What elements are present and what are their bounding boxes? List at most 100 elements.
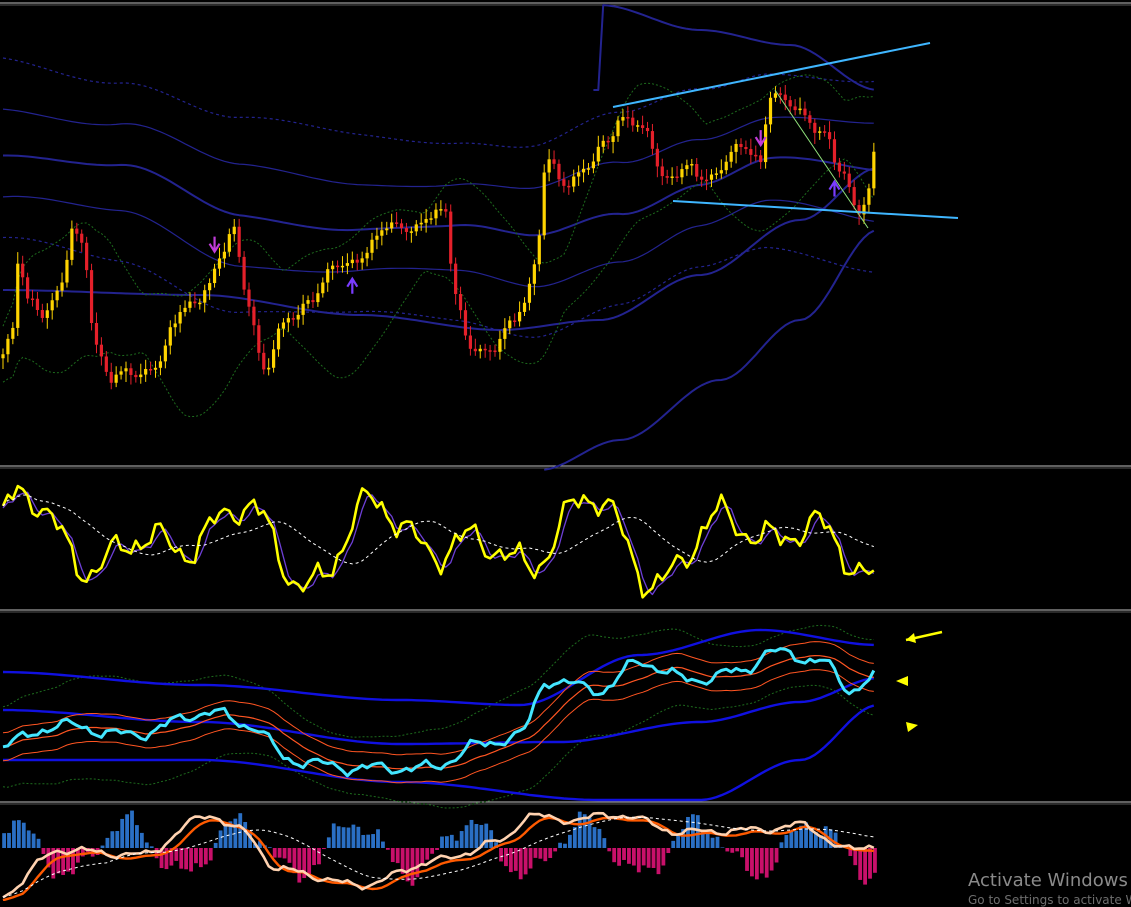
activation-watermark-subtitle: Go to Settings to activate Windows. [968,893,1131,907]
histogram-bar [139,832,144,848]
histogram-bar [543,848,548,862]
candle-body [680,169,684,178]
candle-body [267,367,271,370]
candle-body [709,174,714,180]
candle-body [596,146,600,162]
histogram-bar [740,848,744,858]
histogram-bar [440,836,444,848]
candle-body [370,239,374,253]
histogram-bar [100,845,105,848]
candle-body [532,264,536,284]
trading-chart [0,0,1131,901]
histogram-bar [21,822,26,848]
candle-body [89,270,94,324]
candle-body [744,147,748,150]
candle-body [119,371,123,375]
histogram-bar [346,827,351,848]
histogram-bar [115,830,120,848]
candle-body [168,327,172,346]
histogram-bar [784,834,789,848]
candle-body [513,320,517,322]
candle-body [518,311,522,322]
candle-body [463,310,468,336]
candle-body [237,226,241,257]
histogram-bar [341,827,346,848]
histogram-bar [420,848,425,865]
histogram-bar [218,830,223,848]
histogram-bar [120,818,125,848]
histogram-bar [671,840,676,848]
histogram-bar [631,848,636,866]
candle-body [404,228,409,232]
histogram-bar [568,834,572,848]
histogram-bar [203,848,208,865]
candle-body [222,251,226,259]
candle-body [178,312,182,324]
candle-body [675,176,679,179]
candle-body [419,222,423,225]
candle-body [414,224,418,232]
chart-background [0,0,1131,901]
candle-body [291,318,295,320]
histogram-bar [641,848,646,866]
candle-body [429,218,433,220]
candle-body [783,94,787,101]
candle-body [212,268,217,284]
histogram-bar [179,848,184,869]
candle-body [581,168,586,173]
candle-body [326,269,330,283]
histogram-bar [435,848,439,850]
candle-body [867,188,871,205]
histogram-bar [464,825,469,848]
histogram-bar [351,824,356,848]
histogram-bar [425,848,430,860]
histogram-bar [376,829,380,848]
histogram-bar [725,848,730,852]
candle-body [129,368,133,375]
candle-body [94,323,99,345]
histogram-bar [730,848,735,853]
candle-body [749,149,753,155]
histogram-bar [745,848,749,871]
candle-body [754,154,758,157]
candle-body [247,289,251,307]
histogram-bar [612,848,617,863]
histogram-bar [508,848,513,873]
candle-body [527,283,532,303]
candle-body [316,293,320,303]
histogram-bar [715,836,720,848]
histogram-bar [26,830,31,848]
candle-body [193,301,197,304]
histogram-bar [572,827,577,848]
candle-body [572,176,576,187]
candle-body [30,298,35,301]
activation-watermark-title: Activate Windows [968,870,1128,891]
candle-body [458,294,463,311]
candle-body [272,349,276,368]
candle-body [227,234,231,252]
histogram-bar [149,846,154,848]
histogram-bar [277,848,282,858]
histogram-bar [331,823,336,848]
histogram-bar [7,832,11,848]
histogram-bar [548,848,553,858]
candle-body [380,230,384,236]
histogram-bar [720,847,725,848]
candle-body [586,168,591,170]
candle-body [399,223,404,229]
histogram-bar [194,848,198,864]
candle-body [473,348,477,352]
histogram-bar [754,848,759,880]
candle-body [478,348,482,352]
candle-body [641,125,645,128]
candle-body [444,209,448,212]
candle-body [739,143,743,148]
candle-body [1,354,5,359]
histogram-bar [449,834,454,848]
candle-body [331,265,335,270]
histogram-bar [484,823,489,848]
histogram-bar [12,820,16,848]
histogram-bar [272,848,277,858]
histogram-bar [390,848,395,863]
histogram-bar [410,848,415,886]
